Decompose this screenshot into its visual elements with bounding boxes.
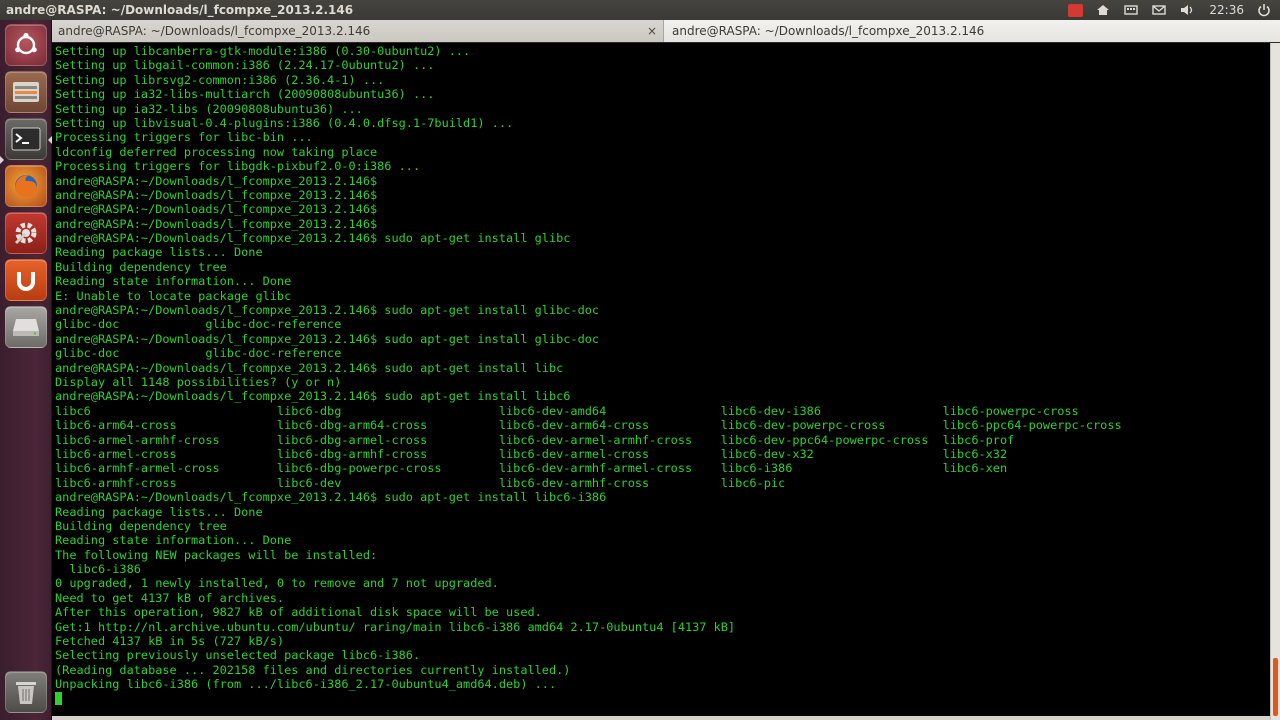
terminal-line: libc6-i386 xyxy=(55,562,141,577)
dash-home-icon[interactable] xyxy=(5,24,47,66)
terminal-line: Selecting previously unselected package … xyxy=(55,648,421,663)
file-manager-icon[interactable] xyxy=(5,71,47,113)
close-icon[interactable]: × xyxy=(647,20,657,42)
terminal-line: Reading state information... Done xyxy=(55,274,292,289)
network-icon[interactable] xyxy=(1095,3,1111,17)
system-settings-icon[interactable] xyxy=(5,212,47,254)
terminal-line: 0 upgraded, 1 newly installed, 0 to remo… xyxy=(55,576,499,591)
record-icon[interactable] xyxy=(1068,3,1084,17)
tab-label: andre@RASPA: ~/Downloads/l_fcompxe_2013.… xyxy=(58,24,371,38)
terminal-line: Setting up libgail-common:i386 (2.24.17-… xyxy=(55,58,435,73)
terminal-line: Setting up ia32-libs (20090808ubuntu36) … xyxy=(55,101,363,116)
clock[interactable]: 22:36 xyxy=(1209,0,1244,20)
terminal-line: libc6-armel-cross libc6-dbg-armhf-cross … xyxy=(55,446,1008,461)
terminal-line: After this operation, 9827 kB of additio… xyxy=(55,605,542,620)
terminal-line: Unpacking libc6-i386 (from .../libc6-i38… xyxy=(55,677,557,692)
terminal-line: Reading package lists... Done xyxy=(55,504,263,519)
terminal-line: libc6-armhf-cross libc6-dev libc6-dev-ar… xyxy=(55,475,786,490)
terminal-line: libc6 libc6-dbg libc6-dev-amd64 libc6-de… xyxy=(55,403,1079,418)
terminal-view[interactable]: Setting up libcanberra-gtk-module:i386 (… xyxy=(52,43,1270,716)
terminal-line: andre@RASPA:~/Downloads/l_fcompxe_2013.2… xyxy=(55,303,600,318)
mail-icon[interactable] xyxy=(1151,3,1167,17)
volume-icon[interactable] xyxy=(1179,3,1195,17)
terminal-scrollbar[interactable] xyxy=(1270,43,1280,720)
terminal-icon[interactable] xyxy=(5,118,47,160)
terminal-line: Display all 1148 possibilities? (y or n) xyxy=(55,374,342,389)
terminal-line: glibc-doc glibc-doc-reference xyxy=(55,346,342,361)
terminal-line: andre@RASPA:~/Downloads/l_fcompxe_2013.2… xyxy=(55,490,607,505)
terminal-output: Setting up libcanberra-gtk-module:i386 (… xyxy=(55,44,1122,706)
terminal-line: Processing triggers for libgdk-pixbuf2.0… xyxy=(55,159,421,174)
window-bottom-edge xyxy=(52,716,1270,720)
terminal-line: Setting up librsvg2-common:i386 (2.36.4-… xyxy=(55,72,385,87)
firefox-icon[interactable] xyxy=(5,165,47,207)
keyboard-icon[interactable] xyxy=(1123,3,1139,17)
tab-bar: andre@RASPA: ~/Downloads/l_fcompxe_2013.… xyxy=(52,20,1280,42)
terminal-line: libc6-arm64-cross libc6-dbg-arm64-cross … xyxy=(55,418,1122,433)
launcher xyxy=(0,20,52,720)
tab-terminal-2[interactable]: andre@RASPA: ~/Downloads/l_fcompxe_2013.… xyxy=(664,20,1280,42)
tab-terminal-1[interactable]: andre@RASPA: ~/Downloads/l_fcompxe_2013.… xyxy=(52,20,664,42)
terminal-line: Building dependency tree xyxy=(55,259,227,274)
ubuntu-one-icon[interactable] xyxy=(5,259,47,301)
terminal-line: The following NEW packages will be insta… xyxy=(55,547,378,562)
drive-icon[interactable] xyxy=(5,306,47,348)
terminal-line: andre@RASPA:~/Downloads/l_fcompxe_2013.2… xyxy=(55,389,571,404)
trash-icon[interactable] xyxy=(5,671,47,713)
terminal-line: Processing triggers for libc-bin ... xyxy=(55,130,313,145)
window-title: andre@RASPA: ~/Downloads/l_fcompxe_2013.… xyxy=(6,3,354,17)
terminal-line: andre@RASPA:~/Downloads/l_fcompxe_2013.2… xyxy=(55,231,571,246)
terminal-line: Reading package lists... Done xyxy=(55,245,263,260)
terminal-line: Fetched 4137 kB in 5s (727 kB/s) xyxy=(55,634,285,649)
terminal-line: andre@RASPA:~/Downloads/l_fcompxe_2013.2… xyxy=(55,360,564,375)
terminal-line: andre@RASPA:~/Downloads/l_fcompxe_2013.2… xyxy=(55,202,378,217)
terminal-line: Setting up libvisual-0.4-plugins:i386 (0… xyxy=(55,115,514,130)
indicator-area: 22:36 xyxy=(1068,0,1272,20)
terminal-line: ldconfig deferred processing now taking … xyxy=(55,144,378,159)
terminal-line: Setting up libcanberra-gtk-module:i386 (… xyxy=(55,44,471,58)
terminal-line: Setting up ia32-libs-multiarch (20090808… xyxy=(55,87,435,102)
power-icon[interactable] xyxy=(1256,3,1272,17)
terminal-line: E: Unable to locate package glibc xyxy=(55,288,292,303)
terminal-line: andre@RASPA:~/Downloads/l_fcompxe_2013.2… xyxy=(55,173,378,188)
terminal-line: Get:1 http://nl.archive.ubuntu.com/ubunt… xyxy=(55,619,736,634)
running-indicator xyxy=(0,156,4,164)
scroll-thumb[interactable] xyxy=(1273,658,1278,716)
cursor xyxy=(55,691,62,705)
terminal-line: andre@RASPA:~/Downloads/l_fcompxe_2013.2… xyxy=(55,331,600,346)
terminal-line: Need to get 4137 kB of archives. xyxy=(55,590,285,605)
terminal-line: Building dependency tree xyxy=(55,518,227,533)
top-panel: andre@RASPA: ~/Downloads/l_fcompxe_2013.… xyxy=(0,0,1280,20)
terminal-line: Reading state information... Done xyxy=(55,533,292,548)
terminal-line: andre@RASPA:~/Downloads/l_fcompxe_2013.2… xyxy=(55,216,378,231)
tab-label: andre@RASPA: ~/Downloads/l_fcompxe_2013.… xyxy=(672,24,985,38)
cursor-line xyxy=(55,691,1122,706)
terminal-line: andre@RASPA:~/Downloads/l_fcompxe_2013.2… xyxy=(55,187,378,202)
terminal-line: glibc-doc glibc-doc-reference xyxy=(55,317,342,332)
terminal-line: libc6-armel-armhf-cross libc6-dbg-armel-… xyxy=(55,432,1015,447)
terminal-line: (Reading database ... 202158 files and d… xyxy=(55,662,571,677)
terminal-line: libc6-armhf-armel-cross libc6-dbg-powerp… xyxy=(55,461,1008,476)
